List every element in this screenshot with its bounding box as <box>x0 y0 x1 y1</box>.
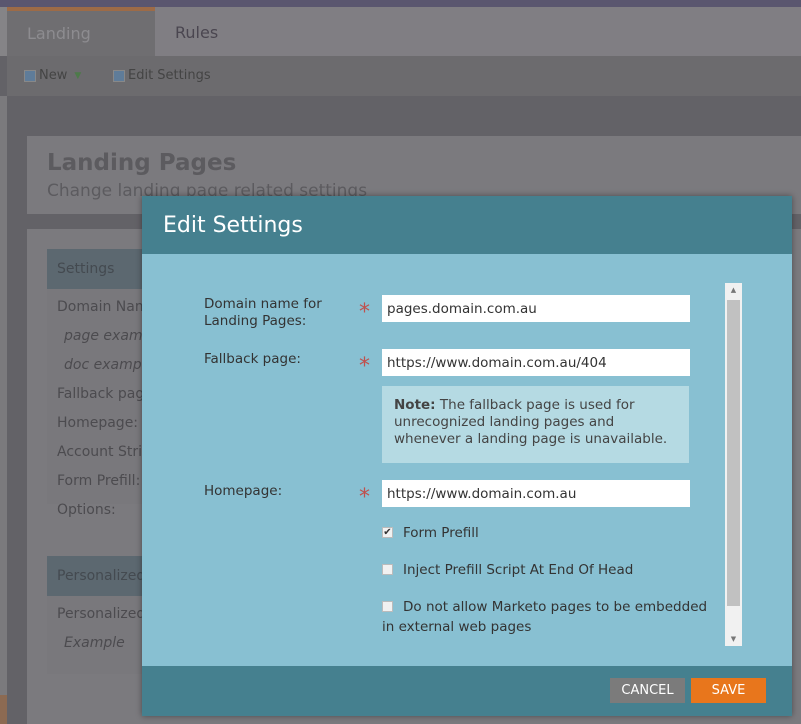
left-strip-accent <box>0 695 7 724</box>
personalized-section: Personalized Personalized Example <box>47 556 157 674</box>
scrollbar-thumb[interactable] <box>727 300 740 606</box>
settings-row: Account String <box>57 444 157 460</box>
scroll-up-icon[interactable]: ▲ <box>725 286 742 294</box>
left-strip <box>0 96 7 724</box>
checkbox-icon[interactable] <box>382 601 393 612</box>
scrollbar[interactable]: ▲ ▼ <box>725 283 742 646</box>
settings-row: Form Prefill: <box>57 473 141 489</box>
tab-bar-edge <box>0 7 7 56</box>
fallback-input[interactable] <box>382 349 690 376</box>
save-button[interactable]: SAVE <box>691 678 766 703</box>
fallback-note: Note: The fallback page is used for unre… <box>382 386 689 463</box>
checkbox-checked-icon[interactable]: ✔ <box>382 527 393 538</box>
required-icon: * <box>359 485 370 510</box>
edit-pencil-icon <box>113 69 125 82</box>
new-label: New <box>39 68 68 83</box>
cancel-button[interactable]: CANCEL <box>610 678 685 703</box>
personalized-header: Personalized <box>47 556 157 596</box>
personalized-row: Example <box>64 635 125 651</box>
fallback-label: Fallback page: <box>204 351 301 367</box>
settings-section: Settings Domain Name page example doc ex… <box>47 249 157 518</box>
tab-rules[interactable]: Rules <box>155 7 238 56</box>
personalized-row: Personalized <box>57 606 146 622</box>
page-title: Landing Pages <box>47 150 237 176</box>
note-text: The fallback page is used for unrecogniz… <box>394 397 668 447</box>
settings-row: Homepage: <box>57 415 139 431</box>
new-page-icon <box>24 69 36 82</box>
edit-settings-dialog: Edit Settings Domain name for Landing Pa… <box>142 196 792 716</box>
new-button[interactable]: New ▼ <box>24 68 81 83</box>
settings-header: Settings <box>47 249 157 289</box>
no-embed-checkbox[interactable]: Do not allow Marketo pages to be embedde… <box>382 597 712 637</box>
domain-label: Domain name for Landing Pages: <box>204 296 322 329</box>
edit-settings-button[interactable]: Edit Settings <box>113 68 211 83</box>
settings-row: Options: <box>57 502 116 518</box>
settings-row: doc example <box>64 357 155 373</box>
settings-row: Domain Name <box>57 299 157 315</box>
edit-settings-label: Edit Settings <box>128 68 211 83</box>
checkbox-label: Inject Prefill Script At End Of Head <box>403 562 634 578</box>
required-icon: * <box>359 354 370 379</box>
form-prefill-checkbox[interactable]: ✔ Form Prefill <box>382 523 712 543</box>
checkbox-label: Do not allow Marketo pages to be embedde… <box>382 599 708 635</box>
homepage-input[interactable] <box>382 480 690 507</box>
required-icon: * <box>359 300 370 325</box>
tab-landing-pages[interactable]: Landing Pages <box>7 7 155 89</box>
checkbox-icon[interactable] <box>382 564 393 575</box>
checkbox-label: Form Prefill <box>403 525 479 541</box>
homepage-label: Homepage: <box>204 483 283 499</box>
scroll-down-icon[interactable]: ▼ <box>725 635 742 643</box>
note-bold: Note: <box>394 397 436 413</box>
toolbar: New ▼ Edit Settings <box>7 56 801 96</box>
top-bar <box>0 0 801 7</box>
tab-bar: Landing Pages Rules <box>0 7 801 89</box>
inject-prefill-checkbox[interactable]: Inject Prefill Script At End Of Head <box>382 560 712 580</box>
dialog-footer: CANCEL SAVE <box>142 666 792 716</box>
dropdown-arrow-icon: ▼ <box>74 70 82 81</box>
domain-input[interactable] <box>382 295 690 322</box>
settings-row: Fallback page <box>57 386 153 402</box>
settings-row: page example <box>64 328 157 344</box>
dialog-title: Edit Settings <box>142 196 792 254</box>
